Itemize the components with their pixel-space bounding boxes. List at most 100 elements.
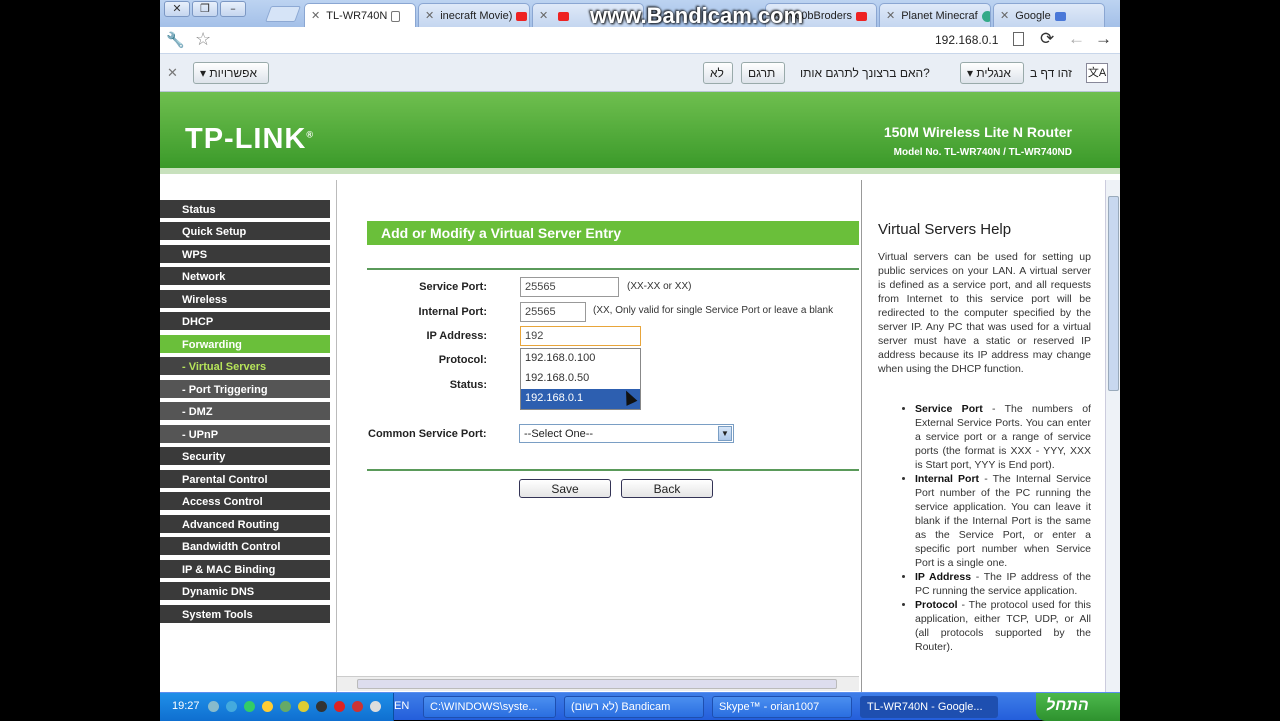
close-tab-icon[interactable]: ✕: [425, 10, 434, 22]
close-tab-icon[interactable]: ✕: [539, 10, 548, 22]
close-window-button[interactable]: ✕: [164, 1, 190, 17]
internal-port-input[interactable]: 25565: [520, 302, 586, 322]
browser-window: ✕ ❐ – ✕ TL-WR740N ✕ inecraft Movie) ✕ ✕ N00…: [160, 0, 1120, 720]
help-title: Virtual Servers Help: [878, 221, 1012, 238]
menu-item-upnp[interactable]: - UPnP: [160, 425, 330, 445]
speaker-icon[interactable]: [370, 701, 381, 712]
system-tray: 19:27: [160, 693, 394, 721]
help-intro: Virtual servers can be used for setting …: [878, 251, 1091, 375]
menu-item-dmz[interactable]: - DMZ: [160, 402, 330, 422]
youtube-icon: [856, 11, 868, 21]
tab-minecraft-movie[interactable]: ✕ inecraft Movie): [418, 3, 530, 27]
tab-planet-minecraft[interactable]: ✕ Planet Minecraf: [879, 3, 991, 27]
ip-address-input[interactable]: 192: [520, 326, 641, 346]
save-button[interactable]: Save: [519, 479, 611, 498]
google-icon: [1054, 11, 1066, 21]
close-tab-icon[interactable]: ✕: [311, 10, 320, 22]
back-button[interactable]: Back: [621, 479, 713, 498]
tray-icon[interactable]: [280, 701, 291, 712]
task-bandicam[interactable]: (לא רשום) Bandicam: [564, 696, 704, 718]
autocomplete-item[interactable]: 192.168.0.50: [521, 369, 640, 389]
tray-icon[interactable]: [352, 701, 363, 712]
new-tab-button[interactable]: [265, 6, 301, 22]
ip-address-label: IP Address:: [426, 330, 487, 342]
task-chrome[interactable]: TL-WR740N - Google...: [860, 696, 998, 718]
menu-item-dhcp[interactable]: DHCP: [160, 312, 330, 332]
language-dropdown[interactable]: ▾ אנגלית: [960, 62, 1024, 84]
task-skype[interactable]: Skype™ - orian1007: [712, 696, 852, 718]
wrench-icon[interactable]: 🔧: [166, 31, 185, 49]
menu-item-quick-setup[interactable]: Quick Setup: [160, 222, 330, 242]
youtube-icon: [558, 11, 570, 21]
menu-item-wireless[interactable]: Wireless: [160, 290, 330, 310]
translate-bar: ✕ ▾ אפשרויות לא תרגם האם ברצונך לתרגם או…: [160, 54, 1120, 92]
task-cmd[interactable]: C:\WINDOWS\syste...: [423, 696, 556, 718]
divider: [367, 469, 859, 471]
tab-tl-wr740n[interactable]: ✕ TL-WR740N: [304, 3, 416, 27]
tray-icon[interactable]: [244, 701, 255, 712]
options-dropdown[interactable]: ▾ אפשרויות: [193, 62, 269, 84]
horizontal-scrollbar[interactable]: [337, 676, 859, 691]
menu-item-wps[interactable]: WPS: [160, 245, 330, 265]
tray-icon[interactable]: [262, 701, 273, 712]
menu-item-virtual-servers[interactable]: - Virtual Servers: [160, 357, 330, 377]
start-button[interactable]: התחל: [1036, 693, 1120, 721]
service-port-note: (XX-XX or XX): [627, 281, 692, 292]
reload-icon[interactable]: ⟳: [1040, 29, 1054, 49]
translate-icon: 文A: [1086, 63, 1108, 83]
service-port-label: Service Port:: [419, 281, 487, 293]
close-tab-icon[interactable]: ✕: [1000, 10, 1009, 22]
page-icon: [1013, 32, 1024, 46]
tab-google[interactable]: ✕ Google: [993, 3, 1105, 27]
menu-item-access-control[interactable]: Access Control: [160, 492, 330, 512]
record-icon[interactable]: [334, 701, 345, 712]
router-menu: Status Quick Setup WPS Network Wireless …: [160, 180, 336, 695]
menu-item-dynamic-dns[interactable]: Dynamic DNS: [160, 582, 330, 602]
scrollbar-thumb[interactable]: [357, 679, 837, 689]
url-field[interactable]: 192.168.0.1: [935, 33, 998, 47]
menu-item-security[interactable]: Security: [160, 447, 330, 467]
menu-item-parental-control[interactable]: Parental Control: [160, 470, 330, 490]
help-item: Internal Port - The Internal Service Por…: [915, 472, 1091, 570]
service-port-input[interactable]: 25565: [520, 277, 619, 297]
forward-icon[interactable]: ←: [1068, 29, 1085, 49]
clock: 19:27: [172, 700, 200, 712]
menu-item-bandwidth-control[interactable]: Bandwidth Control: [160, 537, 330, 557]
router-header: TP-LINK® 150M Wireless Lite N Router Mod…: [160, 92, 1120, 174]
menu-item-status[interactable]: Status: [160, 200, 330, 220]
shield-icon[interactable]: [298, 701, 309, 712]
back-icon[interactable]: →: [1095, 29, 1112, 49]
window-controls: ✕ ❐ –: [164, 1, 246, 17]
tray-icon[interactable]: [226, 701, 237, 712]
scrollbar-thumb[interactable]: [1108, 196, 1119, 391]
menu-item-port-triggering[interactable]: - Port Triggering: [160, 380, 330, 400]
no-button[interactable]: לא: [703, 62, 733, 84]
globe-icon: [981, 10, 990, 22]
language-indicator[interactable]: EN: [394, 700, 409, 712]
bookmark-star-icon[interactable]: ☆: [195, 29, 211, 50]
product-name: 150M Wireless Lite N Router: [883, 124, 1072, 140]
help-scrollbar[interactable]: [1105, 180, 1120, 692]
model-number: Model No. TL-WR740N / TL-WR740ND: [893, 147, 1072, 158]
translate-button[interactable]: תרגם: [741, 62, 785, 84]
divider: [367, 268, 859, 270]
internal-port-label: Internal Port:: [418, 306, 487, 318]
common-service-port-label: Common Service Port:: [368, 428, 487, 440]
menu-item-advanced-routing[interactable]: Advanced Routing: [160, 515, 330, 535]
autocomplete-item[interactable]: 192.168.0.100: [521, 349, 640, 369]
tray-icon[interactable]: [208, 701, 219, 712]
minimize-window-button[interactable]: –: [220, 1, 246, 17]
menu-item-network[interactable]: Network: [160, 267, 330, 287]
translate-question: האם ברצונך לתרגם אותו?: [800, 66, 930, 80]
menu-item-system-tools[interactable]: System Tools: [160, 605, 330, 625]
tray-icon[interactable]: [316, 701, 327, 712]
close-translate-icon[interactable]: ✕: [167, 65, 178, 81]
close-tab-icon[interactable]: ✕: [886, 10, 895, 22]
menu-item-forwarding[interactable]: Forwarding: [160, 335, 330, 355]
restore-window-button[interactable]: ❐: [192, 1, 218, 17]
help-item: IP Address - The IP address of the PC ru…: [915, 570, 1091, 598]
tab-strip: ✕ ❐ – ✕ TL-WR740N ✕ inecraft Movie) ✕ ✕ N00…: [160, 0, 1120, 28]
address-bar: 🔧 ☆ 192.168.0.1 ⟳ ← →: [160, 27, 1120, 54]
common-service-port-select[interactable]: --Select One-- ▼: [519, 424, 734, 443]
menu-item-ip-mac-binding[interactable]: IP & MAC Binding: [160, 560, 330, 580]
